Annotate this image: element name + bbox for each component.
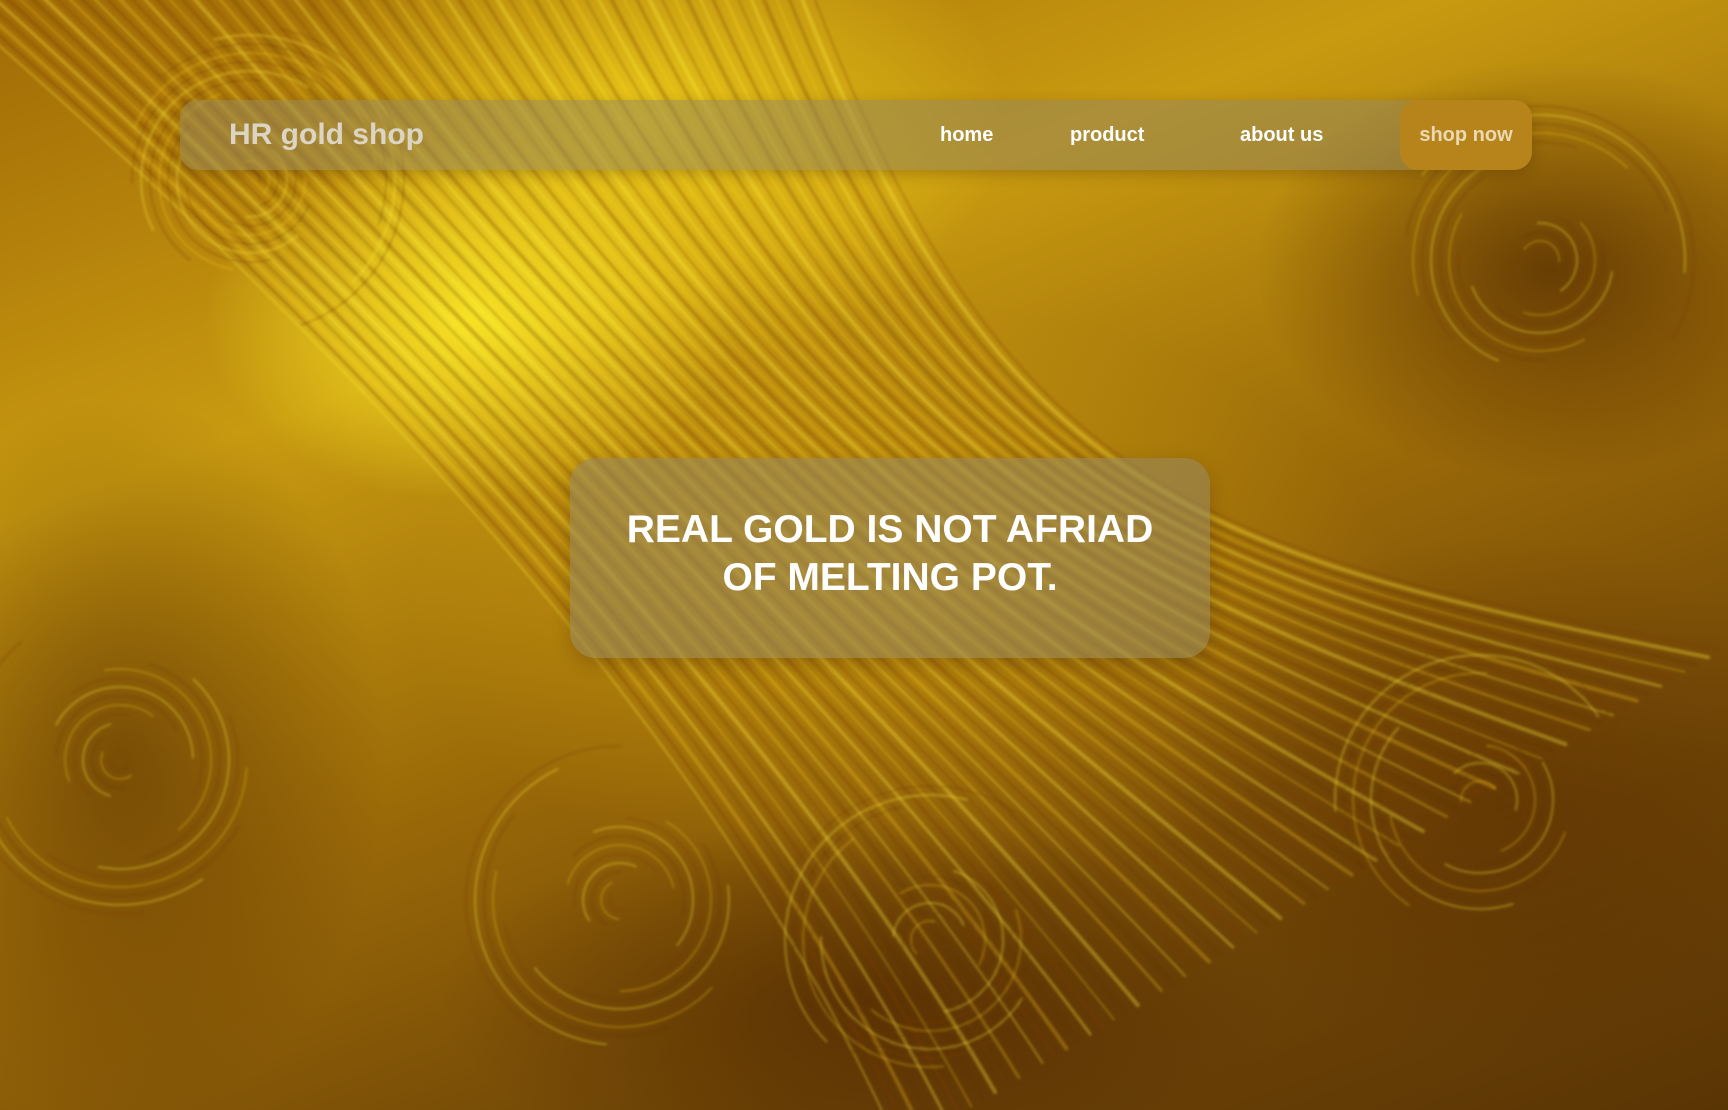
- hero-card: REAL GOLD IS NOT AFRIAD OF MELTING POT.: [570, 458, 1210, 658]
- nav-link-home[interactable]: home: [940, 100, 993, 170]
- shop-now-button[interactable]: shop now: [1400, 100, 1532, 170]
- hero-headline: REAL GOLD IS NOT AFRIAD OF MELTING POT.: [626, 508, 1154, 599]
- brand-logo-text[interactable]: HR gold shop: [229, 100, 424, 170]
- nav-link-about-us[interactable]: about us: [1240, 100, 1323, 170]
- nav-link-product[interactable]: product: [1070, 100, 1144, 170]
- top-navigation-bar: HR gold shop home product about us shop …: [180, 100, 1532, 170]
